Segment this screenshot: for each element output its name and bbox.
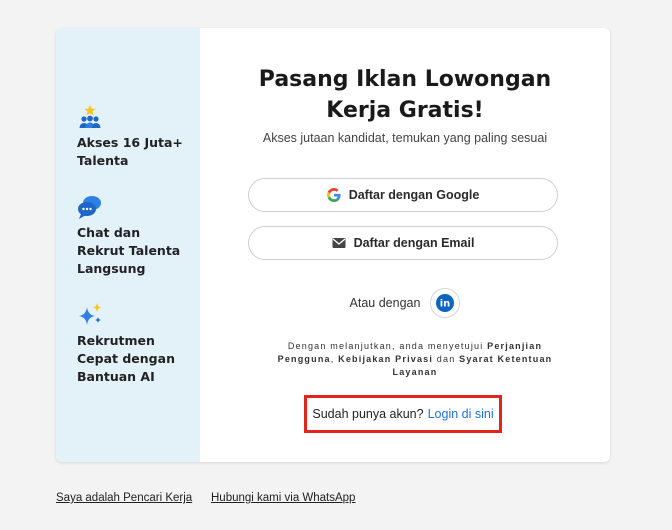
linkedin-icon: in	[436, 294, 455, 312]
google-button-label: Daftar dengan Google	[348, 188, 480, 202]
feature-label: Rekrutmen Cepat dengan Bantuan AI	[77, 333, 175, 384]
feature-label: Chat dan Rekrut Talenta Langsung	[77, 225, 181, 276]
job-seeker-link[interactable]: Saya adalah Pencari Kerja	[56, 492, 192, 504]
terms-prefix: Dengan melanjutkan, anda menyetujui	[287, 341, 488, 351]
feature-sidebar: Akses 16 Juta+ Talenta Chat dan Rekrut T…	[56, 28, 200, 462]
login-prompt-text: Sudah punya akun?	[312, 407, 424, 421]
linkedin-glyph: in	[440, 299, 451, 310]
terms-notice: Dengan melanjutkan, anda menyetujui Perj…	[260, 340, 570, 379]
signup-card: Akses 16 Juta+ Talenta Chat dan Rekrut T…	[56, 28, 610, 462]
login-prompt-highlight: Sudah punya akun? Login di sini	[304, 395, 502, 433]
page-title: Pasang Iklan Lowongan Kerja Gratis!	[258, 67, 552, 123]
ai-sparkle-icon	[79, 303, 101, 325]
login-link[interactable]: Login di sini	[428, 407, 494, 421]
feature-label: Akses 16 Juta+ Talenta	[77, 135, 183, 168]
users-star-icon	[79, 105, 101, 128]
google-signup-button[interactable]: Daftar dengan Google	[248, 178, 558, 212]
alternative-login: Atau dengan in	[200, 288, 610, 318]
chat-bubbles-icon	[78, 196, 101, 219]
or-label: Atau dengan	[349, 296, 421, 310]
feature-talent-access: Akses 16 Juta+ Talenta	[77, 104, 187, 170]
signup-main: Pasang Iklan Lowongan Kerja Gratis! Akse…	[200, 28, 610, 462]
page-subtitle: Akses jutaan kandidat, temukan yang pali…	[262, 131, 548, 145]
linkedin-login-button[interactable]: in	[430, 288, 461, 318]
mail-icon	[332, 238, 346, 248]
feature-ai-recruitment: Rekrutmen Cepat dengan Bantuan AI	[77, 302, 187, 386]
privacy-policy-link[interactable]: Kebijakan Privasi	[338, 354, 433, 364]
google-icon	[326, 188, 341, 202]
email-signup-button[interactable]: Daftar dengan Email	[248, 226, 558, 260]
feature-chat-recruit: Chat dan Rekrut Talenta Langsung	[77, 194, 187, 278]
terms-separator: dan	[433, 354, 460, 364]
whatsapp-contact-link[interactable]: Hubungi kami via WhatsApp	[211, 492, 355, 504]
email-button-label: Daftar dengan Email	[353, 236, 475, 250]
